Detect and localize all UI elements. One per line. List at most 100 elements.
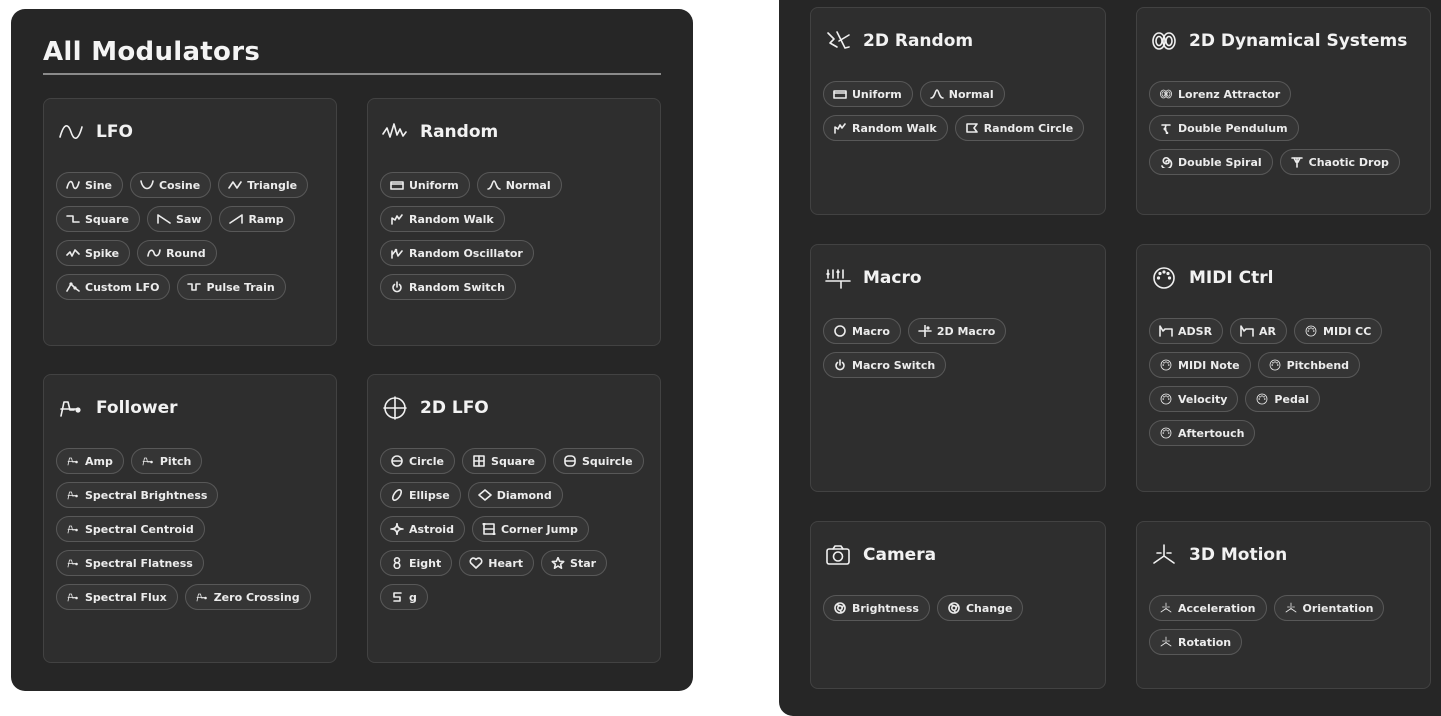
modulator-chip-circle[interactable]: Circle [380,448,456,474]
axes-3d-icon [1159,636,1173,648]
modulator-chip-triangle[interactable]: Triangle [218,172,309,198]
modulator-chip-spectral-flatness[interactable]: Spectral Flatness [56,550,204,576]
modulator-chip-lorenz-attractor[interactable]: Lorenz Attractor [1149,81,1292,107]
follower-icon [195,591,209,603]
power-switch-icon [833,359,847,371]
card-lfo: LFO Sine Cosine Triangle Square Saw Ramp Spike R… [43,98,337,346]
modulator-chip-sine[interactable]: Sine [56,172,123,198]
random-2d-icon [823,28,853,54]
modulator-chip-rotation[interactable]: Rotation [1149,629,1243,655]
modulator-chip-pitch[interactable]: Pitch [130,448,203,474]
modulator-chip-uniform[interactable]: Uniform [823,81,913,107]
chip-label: Pitchbend [1286,358,1350,372]
aperture-icon [947,602,961,614]
pendulum-icon [1159,122,1173,134]
modulator-chip-2d-macro[interactable]: 2D Macro [907,318,1007,344]
astroid-icon [390,523,404,535]
chip-label: 2D Macro [936,324,996,338]
modulator-chip-spike[interactable]: Spike [56,240,131,266]
modulator-chip-double-spiral[interactable]: Double Spiral [1149,149,1273,175]
modulator-chip-spectral-centroid[interactable]: Spectral Centroid [56,516,205,542]
chip-label: Custom LFO [85,280,160,294]
crosshair-circle-icon [380,395,410,421]
random-circle-icon [965,122,979,134]
modulator-chip-midi-cc[interactable]: MIDI CC [1294,318,1383,344]
modulator-chip-orientation[interactable]: Orientation [1273,595,1385,621]
chip-label: Sine [85,178,112,192]
modulator-chip-pulse-train[interactable]: Pulse Train [177,274,286,300]
random-walk-icon [390,213,404,225]
chip-label: Chaotic Drop [1308,155,1389,169]
modulator-chip-zero-crossing[interactable]: Zero Crossing [184,584,311,610]
modulator-chip-custom-lfo[interactable]: Custom LFO [56,274,171,300]
card-2d-dynamical-systems: 2D Dynamical Systems Lorenz Attractor Doub… [1136,7,1431,215]
modulator-chip-double-pendulum[interactable]: Double Pendulum [1149,115,1299,141]
knob-circle-icon [833,325,847,337]
modulator-chip-macro[interactable]: Macro [823,318,901,344]
modulator-chip-random-oscillator[interactable]: Random Oscillator [380,240,534,266]
modulator-chip-brightness[interactable]: Brightness [823,595,930,621]
modulator-chip-astroid[interactable]: Astroid [380,516,465,542]
card-header: 2D Random [823,28,973,54]
card-title: MIDI Ctrl [1189,268,1274,288]
modulator-chip-chaotic-drop[interactable]: Chaotic Drop [1279,149,1400,175]
modulator-chip-pedal[interactable]: Pedal [1245,386,1321,412]
figure-eight-icon [390,557,404,569]
modulator-chip-heart[interactable]: Heart [459,550,535,576]
modulator-chip-random-switch[interactable]: Random Switch [380,274,516,300]
chip-label: Diamond [496,488,552,502]
card-header: 2D Dynamical Systems [1149,28,1407,54]
corner-jump-icon [482,523,496,535]
round-wave-icon [147,247,161,259]
modulator-chip-adsr[interactable]: ADSR [1149,318,1224,344]
modulator-chip-change[interactable]: Change [936,595,1024,621]
all-modulators-panel: All Modulators LFO Sine Cosine Triangle Squa… [11,9,693,691]
modulator-chip-normal[interactable]: Normal [476,172,562,198]
chip-label: Random Walk [852,121,937,135]
uniform-icon [833,88,847,100]
modulator-chip-amp[interactable]: Amp [56,448,124,474]
modulator-chip-cosine[interactable]: Cosine [129,172,212,198]
modulator-chip-eight[interactable]: Eight [380,550,453,576]
modulator-chip-aftertouch[interactable]: Aftertouch [1149,420,1256,446]
modulator-chip-star[interactable]: Star [541,550,608,576]
card-header: Follower [56,395,178,421]
modulator-chip-spectral-brightness[interactable]: Spectral Brightness [56,482,219,508]
modulator-chip-velocity[interactable]: Velocity [1149,386,1239,412]
modulator-chip-normal[interactable]: Normal [919,81,1005,107]
modulator-chip-square[interactable]: Square [56,206,140,232]
follower-icon [66,489,80,501]
modulator-chip-pitchbend[interactable]: Pitchbend [1257,352,1361,378]
modulator-chip-ramp[interactable]: Ramp [219,206,295,232]
modulator-chip-spectral-flux[interactable]: Spectral Flux [56,584,178,610]
modulator-chip-round[interactable]: Round [137,240,217,266]
modulator-chip-ellipse[interactable]: Ellipse [380,482,461,508]
modulator-chip-g[interactable]: g [380,584,428,610]
chip-list: Acceleration Orientation Rotation [1149,595,1422,655]
axes-3d-icon [1284,602,1298,614]
card-midi-ctrl: MIDI Ctrl ADSR AR MIDI CC MIDI Note Pitchbend… [1136,244,1431,492]
modulator-chip-ar[interactable]: AR [1230,318,1288,344]
modulator-chip-diamond[interactable]: Diamond [467,482,563,508]
chip-list: Macro 2D Macro Macro Switch [823,318,1097,378]
modulator-chip-square[interactable]: Square [462,448,546,474]
modulator-chip-random-circle[interactable]: Random Circle [954,115,1085,141]
card-title: 2D Dynamical Systems [1189,31,1408,51]
card-header: LFO [56,119,133,145]
aperture-icon [833,602,847,614]
modulator-chip-random-walk[interactable]: Random Walk [823,115,948,141]
modulator-chip-acceleration[interactable]: Acceleration [1149,595,1267,621]
modulator-chip-uniform[interactable]: Uniform [380,172,470,198]
modulator-chip-corner-jump[interactable]: Corner Jump [471,516,589,542]
card-header: 2D LFO [380,395,489,421]
modulator-chip-midi-note[interactable]: MIDI Note [1149,352,1251,378]
modulators-panel-continued: 2D Random Uniform Normal Random Walk Random … [779,0,1441,716]
follower-icon [66,455,80,467]
modulator-chip-random-walk[interactable]: Random Walk [380,206,505,232]
midi-port-icon [1268,359,1282,371]
chip-list: Circle Square Squircle Ellipse Diamond Astroi… [380,448,652,610]
modulator-chip-saw[interactable]: Saw [146,206,213,232]
modulator-chip-macro-switch[interactable]: Macro Switch [823,352,947,378]
modulator-chip-squircle[interactable]: Squircle [552,448,644,474]
chip-list: Brightness Change [823,595,1097,621]
